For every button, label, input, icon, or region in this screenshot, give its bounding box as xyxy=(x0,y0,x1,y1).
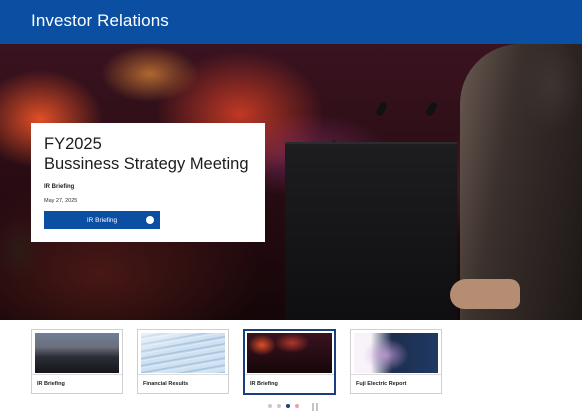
thumbnail-divider xyxy=(351,374,441,375)
pause-bar-right xyxy=(316,403,318,411)
thumbnail-divider xyxy=(245,374,334,375)
thumbnail-label: Fuji Electric Report xyxy=(356,381,407,387)
pager-dot-2[interactable] xyxy=(277,404,281,408)
thumbnail-label: IR Briefing xyxy=(250,381,278,387)
pause-bar-left xyxy=(312,403,314,411)
featured-event-card: FY2025 Bussiness Strategy Meeting IR Bri… xyxy=(31,123,265,242)
microphone-left-icon xyxy=(375,101,388,117)
ir-briefing-button-label: IR Briefing xyxy=(86,216,118,224)
thumbnail-financial-results[interactable]: Financial Results xyxy=(137,329,229,394)
podium xyxy=(285,142,457,320)
pager-dot-1[interactable] xyxy=(268,404,272,408)
speaker-hand xyxy=(450,279,520,309)
pause-icon[interactable] xyxy=(311,403,319,411)
thumbnail-ir-briefing-1[interactable]: IR Briefing xyxy=(31,329,123,394)
event-title: FY2025 Bussiness Strategy Meeting xyxy=(44,135,264,174)
pager-dot-3[interactable] xyxy=(286,404,290,408)
ir-briefing-button[interactable]: IR Briefing xyxy=(44,211,160,229)
thumbnail-divider xyxy=(32,374,122,375)
thumbnail-image xyxy=(141,333,225,373)
thumbnail-image xyxy=(35,333,119,373)
thumbnail-label: IR Briefing xyxy=(37,381,65,387)
thumbnail-fuji-electric-report[interactable]: Fuji Electric Report xyxy=(350,329,442,394)
event-category: IR Briefing xyxy=(44,184,75,190)
microphone-right-icon xyxy=(424,101,439,117)
event-title-line2: Bussiness Strategy Meeting xyxy=(44,154,249,173)
circle-icon xyxy=(146,216,154,224)
thumbnail-label: Financial Results xyxy=(143,381,189,387)
page-title: Investor Relations xyxy=(31,11,169,30)
event-title-line1: FY2025 xyxy=(44,135,102,153)
thumbnail-image xyxy=(247,333,332,373)
site-header: Investor Relations xyxy=(0,0,582,44)
pager-dot-4[interactable] xyxy=(295,404,299,408)
thumbnail-image xyxy=(354,333,438,373)
thumbnail-ir-briefing-2[interactable]: IR Briefing xyxy=(243,329,336,395)
thumbnail-divider xyxy=(138,374,228,375)
event-date: May 27, 2025 xyxy=(44,198,78,204)
